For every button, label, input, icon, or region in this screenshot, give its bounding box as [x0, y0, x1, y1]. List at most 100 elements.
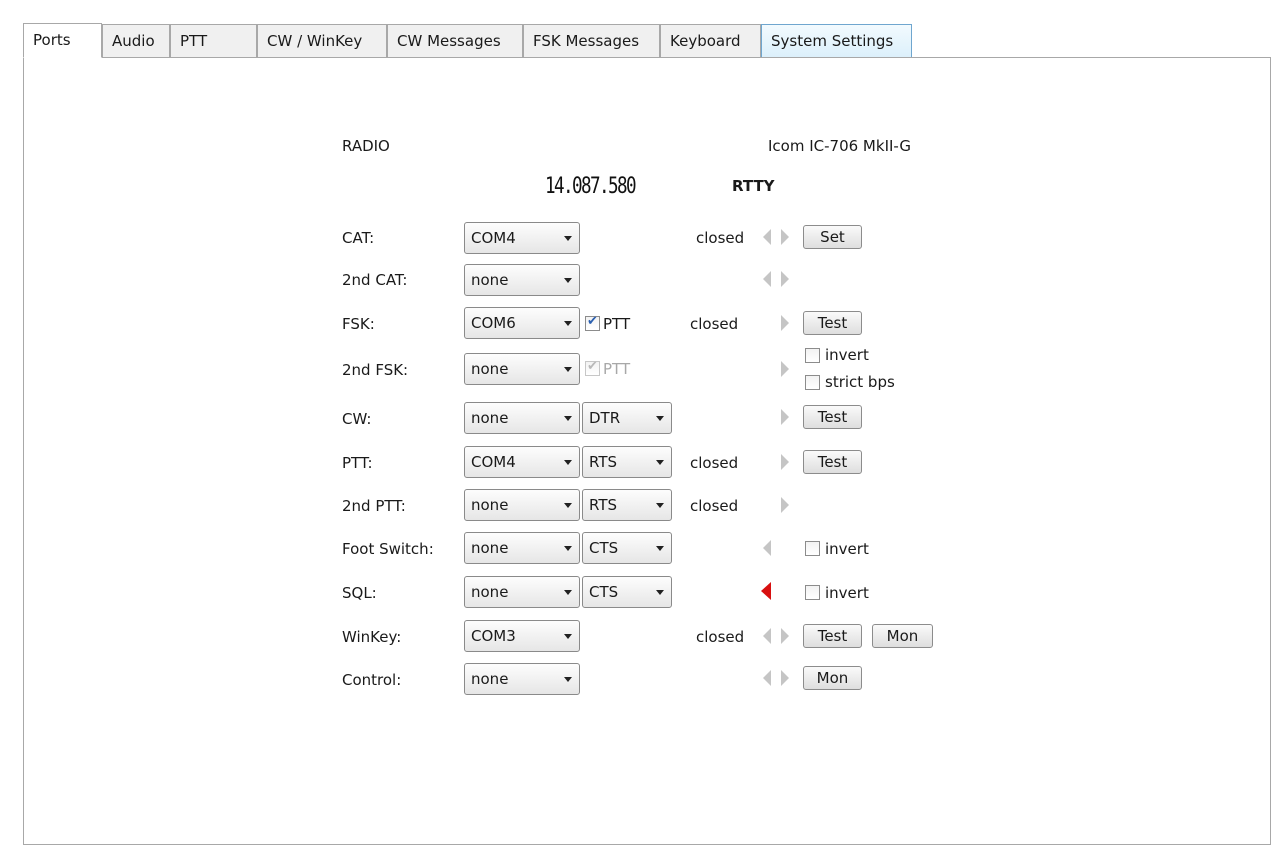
ptt-line-select[interactable]: RTS [582, 446, 672, 478]
winkey-port-select[interactable]: COM3 [464, 620, 580, 652]
cat-port-value: COM4 [471, 229, 516, 247]
winkey-label: WinKey: [342, 628, 402, 646]
fsk2-invert-checkbox[interactable] [805, 348, 820, 363]
chevron-down-icon [564, 278, 572, 283]
fsk-label: FSK: [342, 315, 375, 333]
cat2-port-select[interactable]: none [464, 264, 580, 296]
cw-test-button[interactable]: Test [803, 405, 862, 429]
mode-display: RTTY [732, 177, 775, 195]
tab-ports[interactable]: Ports [23, 23, 102, 58]
fsk2-strict-bps-checkbox[interactable] [805, 375, 820, 390]
cat2-port-value: none [471, 271, 509, 289]
rx-indicator-icon [763, 628, 771, 644]
tx-indicator-icon [781, 361, 789, 377]
ptt-port-select[interactable]: COM4 [464, 446, 580, 478]
tab-fsk-messages[interactable]: FSK Messages [523, 24, 660, 57]
sql-label: SQL: [342, 584, 377, 602]
control-label: Control: [342, 671, 402, 689]
fsk-test-button[interactable]: Test [803, 311, 862, 335]
fsk-ptt-label: PTT [603, 315, 631, 333]
tx-indicator-icon [781, 628, 789, 644]
fsk2-port-value: none [471, 360, 509, 378]
cw-line-value: DTR [589, 409, 621, 427]
fsk-ptt-checkbox[interactable] [585, 314, 600, 331]
fsk2-ptt-checkbox[interactable] [585, 359, 600, 376]
tx-indicator-icon [781, 670, 789, 686]
control-port-select[interactable]: none [464, 663, 580, 695]
sql-line-select[interactable]: CTS [582, 576, 672, 608]
chevron-down-icon [564, 503, 572, 508]
winkey-mon-button[interactable]: Mon [872, 624, 933, 648]
ptt2-status: closed [690, 497, 739, 515]
ptt2-port-value: none [471, 496, 509, 514]
fsk-port-select[interactable]: COM6 [464, 307, 580, 339]
tx-indicator-icon [781, 229, 789, 245]
cat-set-button[interactable]: Set [803, 225, 862, 249]
fsk2-invert-label: invert [825, 346, 869, 364]
chevron-down-icon [656, 416, 664, 421]
rx-indicator-icon [763, 670, 771, 686]
winkey-test-button[interactable]: Test [803, 624, 862, 648]
tx-indicator-icon [781, 497, 789, 513]
input-indicator-icon [763, 540, 771, 556]
cat-status: closed [696, 229, 745, 247]
tx-indicator-icon [781, 315, 789, 331]
cat2-label: 2nd CAT: [342, 271, 408, 289]
foot-switch-port-value: none [471, 539, 509, 557]
chevron-down-icon [564, 367, 572, 372]
chevron-down-icon [564, 634, 572, 639]
tab-ptt[interactable]: PTT [170, 24, 257, 57]
fsk2-label: 2nd FSK: [342, 361, 409, 379]
cat-port-select[interactable]: COM4 [464, 222, 580, 254]
tab-audio[interactable]: Audio [102, 24, 170, 57]
foot-switch-port-select[interactable]: none [464, 532, 580, 564]
ptt2-line-select[interactable]: RTS [582, 489, 672, 521]
chevron-down-icon [564, 460, 572, 465]
fsk-port-value: COM6 [471, 314, 516, 332]
cw-line-select[interactable]: DTR [582, 402, 672, 434]
sql-invert-checkbox[interactable] [805, 585, 820, 600]
tab-cw-winkey[interactable]: CW / WinKey [257, 24, 387, 57]
tab-cw-messages[interactable]: CW Messages [387, 24, 523, 57]
frequency-display: 14.087.580 [545, 174, 637, 199]
ptt2-port-select[interactable]: none [464, 489, 580, 521]
tx-indicator-icon [781, 271, 789, 287]
control-mon-button[interactable]: Mon [803, 666, 862, 690]
fsk2-strict-bps-label: strict bps [825, 373, 895, 391]
sql-invert-label: invert [825, 584, 869, 602]
cw-port-value: none [471, 409, 509, 427]
chevron-down-icon [656, 546, 664, 551]
ptt2-line-value: RTS [589, 496, 618, 514]
foot-switch-invert-checkbox[interactable] [805, 541, 820, 556]
fsk2-port-select[interactable]: none [464, 353, 580, 385]
chevron-down-icon [656, 460, 664, 465]
tab-system-settings[interactable]: System Settings [761, 24, 912, 57]
cat-label: CAT: [342, 229, 375, 247]
fsk-status: closed [690, 315, 739, 333]
sql-active-indicator-icon [761, 582, 771, 600]
ptt-test-button[interactable]: Test [803, 450, 862, 474]
radio-model: Icom IC-706 MkII-G [768, 137, 911, 155]
control-port-value: none [471, 670, 509, 688]
chevron-down-icon [656, 503, 664, 508]
tx-indicator-icon [781, 409, 789, 425]
tab-keyboard[interactable]: Keyboard [660, 24, 761, 57]
chevron-down-icon [564, 321, 572, 326]
foot-switch-invert-label: invert [825, 540, 869, 558]
cw-port-select[interactable]: none [464, 402, 580, 434]
fsk2-ptt-label: PTT [603, 360, 631, 378]
chevron-down-icon [564, 236, 572, 241]
chevron-down-icon [564, 416, 572, 421]
sql-port-select[interactable]: none [464, 576, 580, 608]
foot-switch-line-select[interactable]: CTS [582, 532, 672, 564]
chevron-down-icon [656, 590, 664, 595]
foot-switch-label: Foot Switch: [342, 540, 434, 558]
foot-switch-line-value: CTS [589, 539, 619, 557]
chevron-down-icon [564, 546, 572, 551]
chevron-down-icon [564, 590, 572, 595]
ptt-port-value: COM4 [471, 453, 516, 471]
rx-indicator-icon [763, 229, 771, 245]
winkey-status: closed [696, 628, 745, 646]
ptt-status: closed [690, 454, 739, 472]
cw-label: CW: [342, 410, 372, 428]
